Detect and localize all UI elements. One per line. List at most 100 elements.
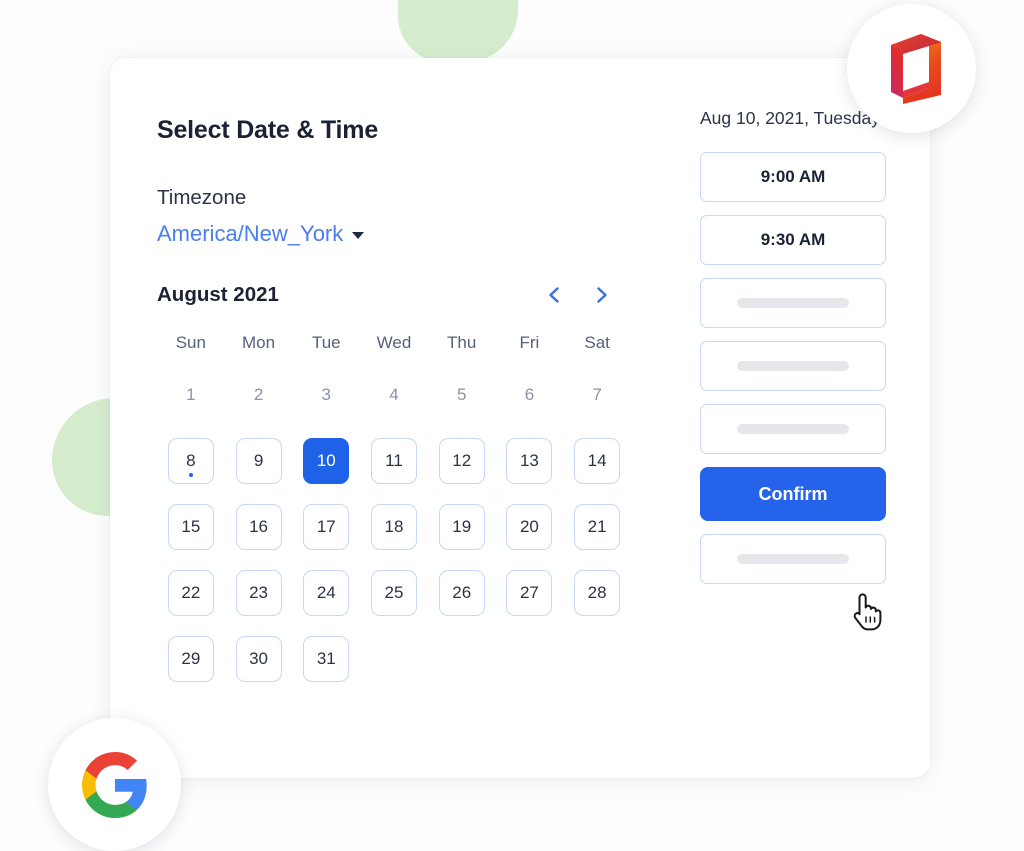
calendar-day-19[interactable]: 19 (438, 503, 485, 550)
calendar-day-6: 6 (506, 372, 552, 418)
calendar-day-label: 6 (524, 384, 535, 404)
calendar-day-cell: 3 (292, 367, 360, 423)
calendar-day-label: 30 (249, 648, 269, 668)
confirm-button[interactable]: Confirm (700, 467, 886, 522)
weekday-label: Tue (311, 332, 341, 352)
calendar-day-label: 5 (456, 384, 467, 404)
calendar-day-cell: 9 (225, 433, 293, 489)
calendar-day-cell: 17 (292, 499, 360, 555)
calendar-day-label: 9 (253, 450, 264, 470)
screenshot-stage: Select Date & Time Timezone America/New_… (0, 0, 1024, 851)
calendar-day-11[interactable]: 11 (370, 437, 417, 484)
calendar-day-27[interactable]: 27 (506, 569, 553, 616)
calendar-day-label: 21 (587, 516, 607, 536)
calendar-day-cell: 29 (157, 631, 225, 687)
calendar-day-label: 23 (249, 582, 269, 602)
calendar-day-cell: 31 (292, 631, 360, 687)
calendar-days-grid: 1 2 3 4 5 6 7 8 9 10 11 12 13 14 15 16 17 18 19 20 21 22 23 24 2… (157, 367, 631, 687)
calendar-day-cell: 10 (292, 433, 360, 489)
calendar-day-28[interactable]: 28 (574, 569, 621, 616)
weekday-label: Sun (175, 332, 206, 352)
calendar-day-cell: 20 (496, 499, 564, 555)
skeleton-bar (737, 554, 849, 565)
weekday-label: Thu (447, 332, 477, 352)
calendar-day-cell: 21 (563, 499, 631, 555)
calendar-day-18[interactable]: 18 (370, 503, 417, 550)
calendar-day-cell: 13 (496, 433, 564, 489)
timezone-label: Timezone (157, 186, 247, 209)
calendar-day-cell: 19 (428, 499, 496, 555)
calendar-day-label: 25 (384, 582, 404, 602)
chevron-left-icon[interactable] (543, 284, 565, 306)
calendar-day-1: 1 (168, 372, 214, 418)
calendar-day-13[interactable]: 13 (506, 437, 553, 484)
calendar-day-7: 7 (574, 372, 620, 418)
calendar-header: August 2021 (157, 283, 631, 307)
page-title: Select Date & Time (157, 116, 379, 144)
calendar-panel: Select Date & Time Timezone America/New_… (157, 116, 657, 687)
calendar-day-cell: 30 (225, 631, 293, 687)
calendar-day-3: 3 (303, 372, 349, 418)
calendar-day-14[interactable]: 14 (574, 437, 621, 484)
time-slot-930am[interactable]: 9:30 AM (700, 215, 886, 266)
calendar-day-label: 3 (321, 384, 332, 404)
calendar-day-label: 10 (316, 450, 336, 470)
calendar-month-label: August 2021 (157, 282, 279, 306)
time-slot-label: 9:00 AM (760, 167, 826, 187)
calendar-day-cell: 24 (292, 565, 360, 621)
weekday-label: Sat (584, 332, 610, 352)
timezone-value: America/New_York (157, 220, 344, 246)
calendar-day-cell: 4 (360, 367, 428, 423)
calendar-day-17[interactable]: 17 (303, 503, 350, 550)
calendar-day-label: 2 (253, 384, 264, 404)
calendar-day-label: 15 (181, 516, 201, 536)
calendar-day-label: 26 (452, 582, 472, 602)
calendar-day-cell: 6 (496, 367, 564, 423)
calendar-day-9[interactable]: 9 (235, 437, 282, 484)
calendar-day-label: 27 (519, 582, 539, 602)
calendar-day-21[interactable]: 21 (574, 503, 621, 550)
calendar-day-label: 19 (452, 516, 472, 536)
calendar-day-cell: 8 (157, 433, 225, 489)
calendar-day-label: 24 (316, 582, 336, 602)
time-slot-placeholder (700, 404, 886, 455)
calendar-day-cell: 1 (157, 367, 225, 423)
calendar-day-24[interactable]: 24 (303, 569, 350, 616)
calendar-day-23[interactable]: 23 (235, 569, 282, 616)
calendar-day-8[interactable]: 8 (167, 437, 214, 484)
calendar-day-label: 16 (249, 516, 269, 536)
calendar-day-cell: 25 (360, 565, 428, 621)
calendar-day-22[interactable]: 22 (167, 569, 214, 616)
time-slot-list: 9:00 AM 9:30 AM Confirm (700, 152, 886, 585)
calendar-day-30[interactable]: 30 (235, 635, 282, 682)
calendar-day-26[interactable]: 26 (438, 569, 485, 616)
calendar-day-label: 14 (587, 450, 607, 470)
calendar-day-29[interactable]: 29 (167, 635, 214, 682)
skeleton-bar (737, 298, 849, 309)
calendar-day-25[interactable]: 25 (370, 569, 417, 616)
weekday-label: Mon (242, 332, 276, 352)
calendar-day-15[interactable]: 15 (167, 503, 214, 550)
calendar-day-label: 20 (519, 516, 539, 536)
calendar-day-20[interactable]: 20 (506, 503, 553, 550)
time-slot-900am[interactable]: 9:00 AM (700, 152, 886, 203)
today-indicator-dot (188, 472, 193, 477)
calendar-day-cell: 27 (496, 565, 564, 621)
calendar-day-label: 7 (592, 384, 602, 404)
calendar-day-label: 4 (389, 384, 399, 404)
timezone-select[interactable]: America/New_York (157, 220, 365, 246)
chevron-down-icon (352, 232, 365, 239)
calendar-day-16[interactable]: 16 (235, 503, 282, 550)
calendar-day-12[interactable]: 12 (438, 437, 485, 484)
date-time-picker-card: Select Date & Time Timezone America/New_… (110, 58, 930, 778)
calendar-day-31[interactable]: 31 (303, 635, 350, 682)
decorative-green-blob-top (398, 0, 518, 62)
calendar-day-label: 22 (181, 582, 201, 602)
calendar: August 2021 Sun Mon Tue Wed Thu Fri Sat … (157, 283, 631, 687)
calendar-day-cell: 11 (360, 433, 428, 489)
calendar-day-label: 28 (587, 582, 607, 602)
time-slots-panel: Aug 10, 2021, Tuesday 9:00 AM 9:30 AM Conf… (700, 106, 886, 585)
chevron-right-icon[interactable] (591, 284, 613, 306)
calendar-day-10[interactable]: 10 (303, 437, 350, 484)
calendar-day-cell: 7 (563, 367, 631, 423)
